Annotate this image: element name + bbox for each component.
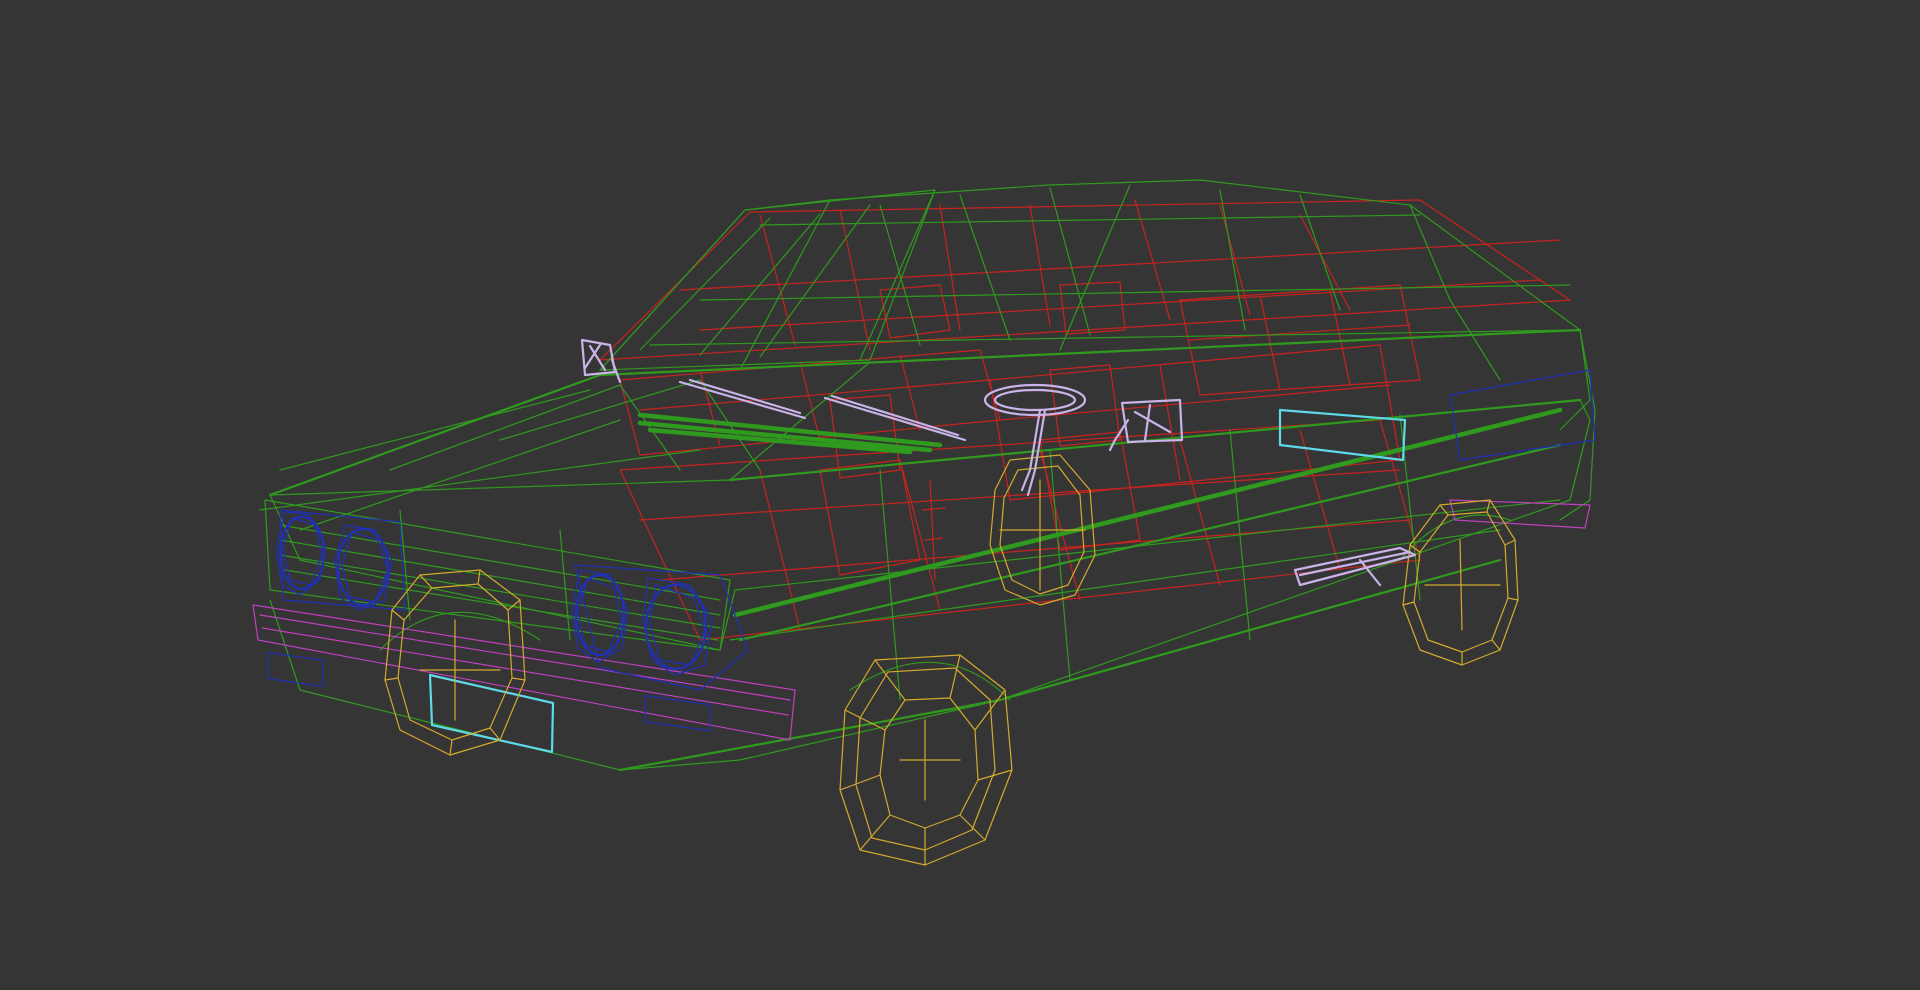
wiper-left[interactable] bbox=[678, 378, 807, 420]
wheels-wireframe[interactable] bbox=[384, 454, 1519, 866]
cowl-panel bbox=[637, 407, 1563, 618]
bumpers-wireframe[interactable] bbox=[252, 499, 1591, 741]
wheel-front-left[interactable] bbox=[839, 654, 1013, 866]
car-wireframe-model[interactable] bbox=[0, 0, 1920, 990]
body-edge-lines bbox=[268, 328, 1582, 772]
rear-wiper[interactable] bbox=[1293, 546, 1417, 587]
3d-viewport[interactable] bbox=[0, 0, 1920, 990]
